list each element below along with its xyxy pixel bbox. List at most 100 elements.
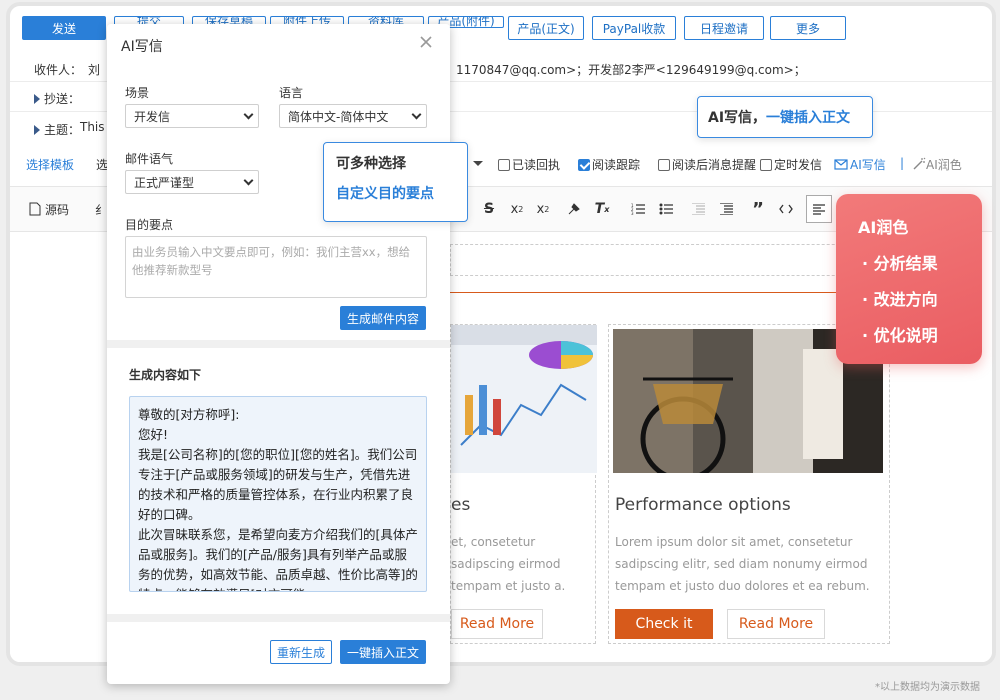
result-line: 尊敬的[对方称呼]: — [138, 407, 240, 422]
polish-title: AI润色 — [858, 218, 909, 237]
format-painter-icon[interactable] — [562, 187, 586, 231]
ai-polish-panel: AI润色 · 分析结果 · 改进方向 · 优化说明 — [836, 194, 982, 364]
check-it-button[interactable]: Check it — [615, 609, 713, 639]
ai-write-link[interactable]: AI写信 — [834, 156, 886, 173]
send-button[interactable]: 发送 — [22, 16, 106, 40]
close-icon[interactable] — [418, 34, 434, 50]
language-label: 语言 — [279, 86, 304, 100]
format-trunc[interactable]: 纟 — [94, 187, 108, 231]
magic-wand-icon — [913, 157, 926, 170]
editor-block — [450, 244, 900, 276]
to-value-start[interactable]: 刘 — [88, 61, 100, 78]
subject-label-wrap[interactable]: 主题： — [34, 121, 80, 138]
document-icon — [29, 202, 41, 216]
checkbox-icon — [658, 159, 670, 171]
chart-photo — [451, 325, 597, 473]
language-value: 简体中文-简体中文 — [288, 109, 389, 124]
cc-label: 抄送： — [44, 92, 81, 106]
result-box[interactable]: 尊敬的[对方称呼]: 您好! 我是[公司名称]的[您的职位][您的姓名]。我们公… — [129, 396, 427, 592]
polish-item: · 优化说明 — [862, 326, 938, 345]
source-code-button[interactable]: 源码 — [24, 187, 74, 231]
read-tracking-checkbox[interactable]: 阅读跟踪 — [578, 156, 640, 173]
card-left-title: es — [451, 495, 471, 515]
generate-button[interactable]: 生成邮件内容 — [340, 306, 426, 330]
ai-write-label: AI写信 — [850, 158, 886, 172]
section-divider — [107, 614, 450, 622]
language-select[interactable]: 简体中文-简体中文 — [279, 104, 427, 128]
to-value-rest[interactable]: 1170847@qq.com>；开发部2李严<129649199@q.com>； — [456, 61, 806, 78]
align-left-icon[interactable] — [806, 195, 832, 223]
scheduled-send-checkbox[interactable]: 定时发信 — [760, 156, 822, 173]
clear-format-icon[interactable]: Tx — [590, 187, 614, 231]
more-button[interactable]: 更多 — [770, 16, 846, 40]
scene-label: 场景 — [125, 86, 150, 100]
ai-polish-link[interactable]: AI润色 — [912, 156, 962, 173]
code-block-icon[interactable] — [774, 187, 798, 231]
cc-label-wrap[interactable]: 抄送： — [34, 90, 80, 107]
tone-label: 邮件语气 — [125, 152, 174, 166]
scheduled-send-label: 定时发信 — [774, 158, 823, 172]
read-tracking-label: 阅读跟踪 — [592, 158, 641, 172]
tone-value: 正式严谨型 — [134, 175, 195, 190]
subscript-icon[interactable]: x2 — [506, 187, 528, 231]
strikethrough-icon[interactable]: S — [478, 187, 500, 231]
card-right-text: Lorem ipsum dolor sit amet, consetetur s… — [615, 535, 870, 593]
card-left: es et, consetetur sadipscing eirmod temp… — [450, 324, 597, 644]
callout-part1: AI写信， — [708, 110, 767, 126]
result-line: 此次冒昧联系您，是希望向麦方介绍我们的[具体产品或服务]。我们的[产品/服务]具… — [138, 527, 418, 591]
polish-item: · 改进方向 — [862, 290, 938, 309]
insert-body-button[interactable]: 一键插入正文 — [340, 640, 426, 664]
expand-triangle-icon — [34, 94, 40, 104]
chevron-down-icon — [411, 109, 422, 120]
callout-part2: 一键插入正文 — [766, 110, 851, 126]
ordered-list-icon[interactable]: 123 — [626, 187, 650, 231]
card-right: Performance options Lorem ipsum dolor si… — [608, 324, 890, 644]
checkbox-icon — [498, 159, 510, 171]
ai-write-dialog: AI写信 场景 开发信 语言 简体中文-简体中文 邮件语气 正式严谨型 目的要点… — [107, 24, 450, 684]
card-right-title: Performance options — [615, 495, 791, 515]
goal-textarea[interactable]: 由业务员输入中文要点即可，例如：我们主营xx，想给他推荐新款型号 — [125, 236, 427, 298]
schedule-invite-button[interactable]: 日程邀请 — [684, 16, 764, 40]
callout-ai-insert: AI写信， 一键插入正文 — [697, 96, 873, 138]
indent-icon[interactable] — [714, 187, 738, 231]
read-receipt-label: 已读回执 — [512, 158, 561, 172]
remind-label: 阅读后消息提醒 — [672, 158, 757, 172]
dropdown-arrow-icon[interactable] — [468, 152, 488, 174]
to-label: 收件人： — [34, 63, 83, 77]
scene-select[interactable]: 开发信 — [125, 104, 259, 128]
outdent-icon[interactable] — [686, 187, 710, 231]
result-label: 生成内容如下 — [129, 368, 202, 382]
subject-value[interactable]: This — [80, 120, 105, 134]
chart-illustration — [451, 325, 597, 473]
chevron-down-icon — [243, 175, 254, 186]
polish-item: · 分析结果 — [862, 254, 938, 273]
paypal-button[interactable]: PayPal收款 — [592, 16, 676, 40]
tone-select[interactable]: 正式严谨型 — [125, 170, 259, 194]
mail-ai-icon — [834, 159, 848, 170]
checkbox-checked-icon — [578, 159, 590, 171]
regenerate-button[interactable]: 重新生成 — [270, 640, 332, 664]
quote-icon[interactable]: ” — [746, 187, 770, 231]
superscript-icon[interactable]: x2 — [532, 187, 554, 231]
bullet-list-icon[interactable] — [654, 187, 678, 231]
product-body-button[interactable]: 产品(正文) — [508, 16, 584, 40]
read-receipt-checkbox[interactable]: 已读回执 — [498, 156, 560, 173]
section-divider — [107, 340, 450, 348]
read-more-button-right[interactable]: Read More — [727, 609, 825, 639]
subject-label: 主题： — [44, 123, 81, 137]
ai-polish-label: AI润色 — [926, 158, 962, 172]
divider-line — [450, 292, 900, 293]
select-template-link[interactable]: 选择模板 — [26, 156, 74, 173]
read-more-button-left[interactable]: Read More — [451, 609, 543, 639]
chevron-down-icon — [243, 109, 254, 120]
result-line: 您好! — [138, 427, 169, 442]
separator: | — [900, 156, 905, 170]
svg-text:3: 3 — [631, 211, 634, 215]
callout-choice-line1: 可多种选择 — [336, 156, 406, 172]
result-line: 我是[公司名称]的[您的职位][您的姓名]。我们公司专注于[产品或服务领域]的研… — [138, 447, 418, 522]
source-label: 源码 — [44, 202, 69, 217]
checkbox-icon — [760, 159, 772, 171]
remind-checkbox[interactable]: 阅读后消息提醒 — [658, 156, 756, 173]
footnote: *以上数据均为演示数据 — [875, 682, 980, 693]
goal-label: 目的要点 — [125, 218, 174, 232]
